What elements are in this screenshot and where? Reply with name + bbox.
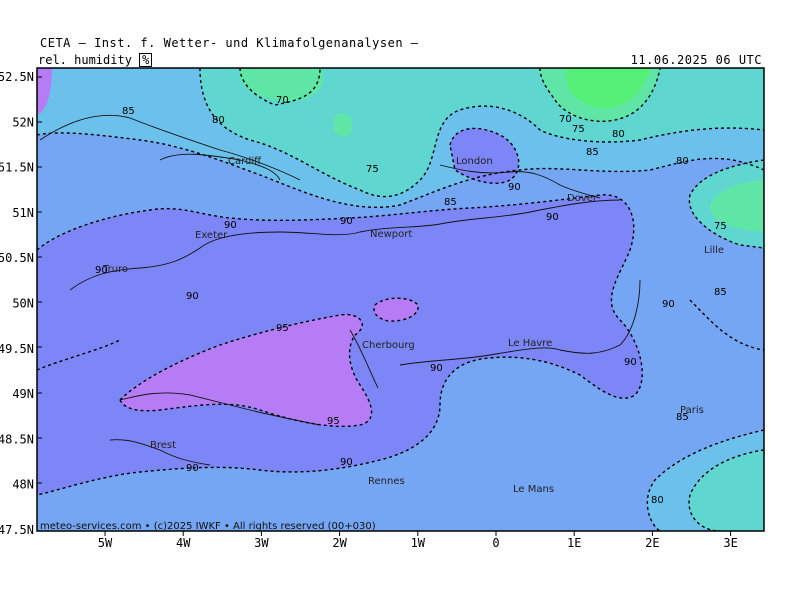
contour-label: 90 (186, 291, 199, 302)
longitude-label: 2W (332, 536, 347, 550)
contour-label: 75 (366, 164, 379, 175)
contour-label: 85 (122, 106, 135, 117)
contour-label: 85 (444, 197, 457, 208)
longitude-label: 1E (567, 536, 581, 550)
contour-label: 95 (327, 416, 340, 427)
contour-label: 90 (224, 220, 237, 231)
copyright-footer: meteo-services.com • (c)2025 IWKF • All … (40, 521, 376, 532)
latitude-label: 48N (12, 478, 34, 492)
city-dover: Dover (567, 193, 598, 204)
contour-label: 75 (714, 221, 727, 232)
contour-label: 90 (340, 457, 353, 468)
latitude-label: 52.5N (0, 70, 34, 84)
city-newport: Newport (370, 229, 412, 240)
humidity-map: 52.5N 52N 51.5N 51N 50.5N 50N 49.5N 49N 48.5N 48N… (0, 67, 765, 550)
contour-label: 90 (95, 265, 108, 276)
longitude-label: 3E (723, 536, 737, 550)
contour-label: 90 (186, 463, 199, 474)
contour-label: 75 (572, 124, 585, 135)
contour-label: 90 (546, 212, 559, 223)
contour-label: 95 (276, 323, 289, 334)
city-cherbourg: Cherbourg (362, 340, 415, 351)
city-le-havre: Le Havre (508, 338, 552, 349)
city-brest: Brest (150, 440, 176, 451)
city-le-mans: Le Mans (513, 484, 554, 495)
contour-label: 90 (430, 363, 443, 374)
latitude-labels: 52.5N 52N 51.5N 51N 50.5N 50N 49.5N 49N 48.5N 48N… (0, 70, 34, 537)
city-cardiff: Cardiff (228, 156, 262, 167)
latitude-label: 48.5N (0, 432, 34, 446)
humidity-field (37, 68, 764, 531)
contour-label: 90 (624, 357, 637, 368)
latitude-label: 47.5N (0, 523, 34, 537)
contour-label: 80 (212, 115, 225, 126)
contour-label: 70 (276, 95, 289, 106)
contour-label: 90 (662, 299, 675, 310)
longitude-label: 1W (411, 536, 426, 550)
longitude-label: 2E (645, 536, 659, 550)
contour-label: 90 (508, 182, 521, 193)
contour-label: 80 (612, 129, 625, 140)
latitude-label: 49N (12, 387, 34, 401)
contour-label: 85 (676, 412, 689, 423)
longitude-label: 4W (176, 536, 191, 550)
latitude-label: 49.5N (0, 342, 34, 356)
longitude-labels: 5W 4W 3W 2W 1W 0 1E 2E 3E (98, 531, 738, 550)
contour-label: 85 (586, 147, 599, 158)
latitude-label: 52N (12, 115, 34, 129)
latitude-label: 50N (12, 297, 34, 311)
longitude-label: 0 (492, 536, 499, 550)
latitude-label: 51N (12, 206, 34, 220)
city-lille: Lille (704, 245, 724, 256)
latitude-label: 51.5N (0, 161, 34, 175)
longitude-label: 3W (254, 536, 269, 550)
contour-label: 85 (714, 287, 727, 298)
city-exeter: Exeter (195, 230, 228, 241)
contour-label: 80 (651, 495, 664, 506)
contour-label: 80 (676, 156, 689, 167)
contour-label: 70 (559, 114, 572, 125)
city-london: London (456, 156, 493, 167)
city-rennes: Rennes (368, 476, 405, 487)
latitude-label: 50.5N (0, 251, 34, 265)
contour-label: 90 (340, 216, 353, 227)
longitude-label: 5W (98, 536, 113, 550)
